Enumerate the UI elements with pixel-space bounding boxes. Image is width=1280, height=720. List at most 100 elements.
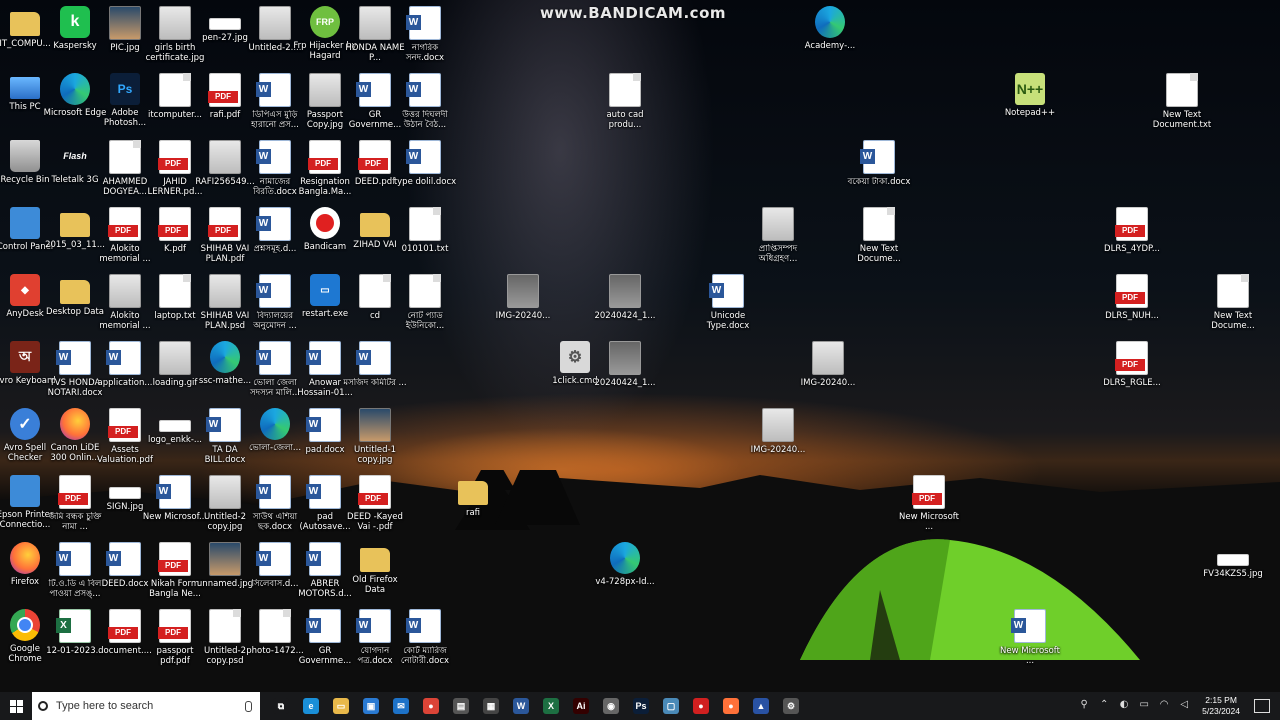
desktop-icon[interactable]: Old Firefox Data [342, 540, 408, 602]
taskbar-app-illustrator[interactable]: Ai [566, 692, 596, 720]
taskbar-app-file-explorer[interactable]: ▭ [326, 692, 356, 720]
start-button[interactable] [0, 692, 32, 720]
desktop-icon[interactable]: PDF DLRS_NUH... [1099, 272, 1165, 334]
desktop-icon[interactable]: PDF DEED -Kayed Vai -.pdf [342, 473, 408, 535]
desktop-icon[interactable]: W নাগরিক সনদ.docx [392, 4, 458, 66]
desktop-icon[interactable]: W New Microsoft ... [997, 607, 1063, 669]
word-icon: W [256, 140, 291, 174]
desktop-icon[interactable]: নোট প্যাড ইউনিকো... [392, 272, 458, 334]
antivirus-icon[interactable]: ◐ [1117, 699, 1131, 713]
desktop-icon[interactable]: প্রাপ্তিসম্পদ অধিগ্রহণ... [745, 205, 811, 267]
taskbar-app-firefox[interactable]: ● [716, 692, 746, 720]
doc-icon [1166, 73, 1198, 107]
pdf-icon: PDF [1115, 274, 1148, 308]
spell-icon: ✓ [10, 408, 40, 440]
desktop-icon[interactable]: v4-728px-Id... [592, 540, 658, 602]
network-icon[interactable]: ▭ [1137, 699, 1151, 713]
folder-icon [60, 280, 90, 304]
word-icon: W [1011, 609, 1046, 643]
clock[interactable]: 2:15 PM 5/23/2024 [1202, 695, 1240, 717]
desktop-icon[interactable]: New Text Document.txt [1149, 71, 1215, 133]
desktop-icon[interactable]: 20240424_1... [592, 339, 658, 401]
app-gear-icon: ⚙ [783, 698, 799, 714]
taskbar-app-chrome[interactable]: ● [416, 692, 446, 720]
cpanel-icon [10, 207, 40, 239]
pdf-icon: PDF [158, 207, 191, 241]
microphone-icon[interactable] [245, 700, 252, 712]
desktop-icon-label: New Microsoft ... [899, 512, 959, 532]
desktop-icon[interactable]: Untitled-1 copy.jpg [342, 406, 408, 468]
taskbar-app-excel[interactable]: X [536, 692, 566, 720]
taskbar-app-notepad[interactable]: ▢ [656, 692, 686, 720]
desktop-icon[interactable]: W উত্তর দিঘলদী উঠান বৈঠ... [392, 71, 458, 133]
ps-icon: Ps [110, 73, 140, 105]
pdf-icon: PDF [308, 140, 341, 174]
doc-icon [209, 609, 241, 643]
desktop-icon[interactable]: W Unicode Type.docx [695, 272, 761, 334]
img-icon [359, 6, 391, 40]
desktop-icon-label: বকেয়া টাকা.docx [847, 177, 911, 187]
desktop-icon[interactable]: W কোর্ট ম্যারিজ নোটারী.docx [392, 607, 458, 669]
red-icon: ◆ [10, 274, 40, 306]
taskbar-app-store[interactable]: ▣ [356, 692, 386, 720]
taskbar-app-photoshop[interactable]: Ps [626, 692, 656, 720]
volume-icon[interactable]: ◁ [1177, 699, 1191, 713]
word-icon: W [256, 207, 291, 241]
pdf-icon: PDF [58, 475, 91, 509]
doc-icon [259, 609, 291, 643]
taskbar-app-app-blue[interactable]: ▲ [746, 692, 776, 720]
desktop-icon[interactable]: PDF New Microsoft ... [896, 473, 962, 535]
desktop-icon[interactable]: New Text Docume... [1200, 272, 1266, 334]
search-box[interactable]: Type here to search [32, 692, 260, 720]
desktop-icon[interactable]: Academy-... [797, 4, 863, 66]
desktop-icon[interactable]: FV34KZS5.jpg [1200, 540, 1266, 602]
desktop-icon[interactable]: Wtype dolil.docx [392, 138, 458, 200]
desktop-icon[interactable]: New Text Docume... [846, 205, 912, 267]
desktop-icon-label: 20240424_1... [594, 311, 656, 321]
word-icon: W [256, 274, 291, 308]
app-blue-icon: ▲ [753, 698, 769, 714]
taskbar-app-calculator[interactable]: ▦ [476, 692, 506, 720]
pdf-icon: PDF [1115, 341, 1148, 375]
desktop-icon-label: Old Firefox Data [352, 575, 398, 595]
word-icon: W [56, 341, 91, 375]
word-icon: W [306, 542, 341, 576]
word-icon: W [306, 609, 341, 643]
desktop-icon[interactable]: W মসজিদ কমিটির ... [342, 339, 408, 401]
store-icon: ▣ [363, 698, 379, 714]
desktop-icon[interactable]: auto cad produ... [592, 71, 658, 133]
doc-icon [1217, 274, 1249, 308]
desktop-icon-label: rafi [465, 508, 481, 518]
img-icon [259, 6, 291, 40]
taskbar-app-app-gear[interactable]: ⚙ [776, 692, 806, 720]
desktop-icon[interactable]: IMG-20240... [795, 339, 861, 401]
taskbar-app-word[interactable]: W [506, 692, 536, 720]
taskbar-app-task-view[interactable]: ⧉ [266, 692, 296, 720]
chevron-up-icon[interactable]: ⌃ [1097, 699, 1111, 713]
desktop-icon[interactable]: PDF DLRS_RGLE... [1099, 339, 1165, 401]
desktop-icon[interactable]: W বকেয়া টাকা.docx [846, 138, 912, 200]
desktop-icon[interactable]: N++ Notepad++ [997, 71, 1063, 133]
img-icon [762, 207, 794, 241]
desktop-icon[interactable]: PDF DLRS_4YDP... [1099, 205, 1165, 267]
edge-icon [260, 408, 290, 440]
taskbar-app-network[interactable]: ▤ [446, 692, 476, 720]
people-icon[interactable]: ⚲ [1077, 699, 1091, 713]
taskbar-app-mail[interactable]: ✉ [386, 692, 416, 720]
taskbar-app-disk[interactable]: ◉ [596, 692, 626, 720]
wifi-icon[interactable]: ◠ [1157, 699, 1171, 713]
desktop-icon[interactable]: 010101.txt [392, 205, 458, 267]
taskbar-app-bandicam[interactable]: ● [686, 692, 716, 720]
desktop-icon[interactable]: rafi [440, 473, 506, 535]
img-icon [209, 140, 241, 174]
notification-center-icon[interactable] [1254, 699, 1270, 713]
pdf-icon: PDF [108, 408, 141, 442]
rec-icon [310, 207, 340, 239]
desktop-icon[interactable]: 20240424_1... [592, 272, 658, 334]
pdf-icon: PDF [158, 140, 191, 174]
desktop-icon-label: DLRS_4YDP... [1104, 244, 1160, 254]
taskbar-app-edge[interactable]: e [296, 692, 326, 720]
desktop-icon[interactable]: IMG-20240... [745, 406, 811, 468]
desktop-icon[interactable]: IMG-20240... [490, 272, 556, 334]
word-icon: W [306, 475, 341, 509]
